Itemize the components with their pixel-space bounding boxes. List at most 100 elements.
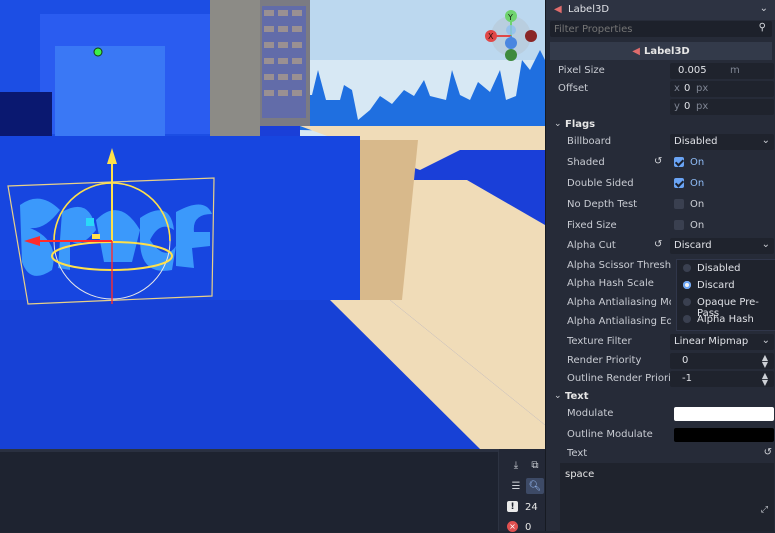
filter-properties-input[interactable] bbox=[554, 22, 744, 36]
alpha-cut-option-opaque-prepass[interactable]: Opaque Pre-Pass bbox=[681, 295, 775, 319]
render-priority-row: Render Priority 0 ▲ ▼ bbox=[546, 352, 775, 370]
text-editor[interactable]: space ⤢ bbox=[560, 463, 774, 531]
alpha-cut-option-discard[interactable]: Discard bbox=[681, 278, 775, 294]
offset-x-unit: px bbox=[696, 83, 709, 94]
offset-row-x: Offset x 0 px bbox=[546, 80, 775, 98]
outline-modulate-color-swatch[interactable] bbox=[674, 428, 774, 442]
outline-render-priority-field[interactable]: -1 ▲ ▼ bbox=[670, 371, 774, 387]
option-label: Discard bbox=[697, 280, 735, 291]
fixed-size-label: Fixed Size bbox=[567, 220, 617, 231]
option-label: Alpha Hash bbox=[697, 314, 754, 325]
offset-y-axis: y bbox=[674, 101, 680, 112]
alpha-hash-label: Alpha Hash Scale bbox=[567, 278, 654, 289]
spin-arrows-icon[interactable]: ▲ ▼ bbox=[762, 372, 768, 387]
radio-selected-icon bbox=[683, 281, 691, 289]
text-row: Text ↺ bbox=[546, 445, 775, 463]
offset-x-axis: x bbox=[674, 83, 680, 94]
offset-y-value: 0 bbox=[684, 101, 691, 112]
alpha-cut-row: Alpha Cut ↺ Discard ⌄ bbox=[546, 237, 775, 255]
shaded-row: Shaded ↺ On bbox=[546, 154, 775, 172]
copy-icon[interactable]: ⧉ bbox=[526, 457, 544, 473]
3d-viewport[interactable]: Y X bbox=[0, 0, 545, 449]
offset-x-field[interactable]: x 0 px bbox=[670, 81, 774, 97]
inspector-panel: ◀ Label3D ⌄ ⚲ ◀ Label3D Pixel Size 0.005… bbox=[545, 0, 775, 531]
offset-y-field[interactable]: y 0 px bbox=[670, 99, 774, 115]
double-sided-value: On bbox=[690, 178, 705, 189]
no-depth-test-checkbox[interactable] bbox=[674, 199, 684, 209]
warnings-count: 24 bbox=[525, 502, 538, 513]
reset-icon[interactable]: ↺ bbox=[764, 447, 772, 458]
billboard-label: Billboard bbox=[567, 136, 612, 147]
error-icon[interactable]: × bbox=[507, 521, 518, 532]
expand-icon[interactable]: ⤢ bbox=[761, 505, 768, 515]
search-icon[interactable]: ⚲ bbox=[759, 22, 766, 33]
no-depth-test-row: No Depth Test On bbox=[546, 196, 775, 214]
pixel-size-unit: m bbox=[730, 65, 740, 76]
spin-arrows-icon[interactable]: ▲ ▼ bbox=[762, 354, 768, 369]
modulate-row: Modulate bbox=[546, 405, 775, 423]
shaded-label: Shaded bbox=[567, 157, 605, 168]
alpha-cut-dropdown[interactable]: Discard ⌄ bbox=[670, 238, 774, 254]
filter-properties: ⚲ bbox=[550, 21, 772, 37]
shaded-checkbox[interactable] bbox=[674, 157, 684, 167]
billboard-row: Billboard Disabled ⌄ bbox=[546, 133, 775, 151]
bottom-panel bbox=[0, 449, 498, 532]
offset-x-value: 0 bbox=[684, 83, 691, 94]
alpha-cut-popup: Disabled Discard Opaque Pre-Pass Alpha H… bbox=[676, 259, 775, 331]
flags-title: Flags bbox=[565, 119, 596, 130]
offset-row-y: y 0 px bbox=[546, 98, 775, 116]
node-selector[interactable]: ◀ Label3D ⌄ bbox=[546, 0, 775, 20]
texture-filter-label: Texture Filter bbox=[567, 336, 632, 347]
fixed-size-checkbox[interactable] bbox=[674, 220, 684, 230]
modulate-color-swatch[interactable] bbox=[674, 407, 774, 421]
filter-lines-icon[interactable]: ☰ bbox=[507, 478, 525, 494]
search-icon[interactable]: 🔍︎ bbox=[526, 478, 544, 494]
billboard-value: Disabled bbox=[674, 136, 718, 147]
render-priority-value: 0 bbox=[682, 355, 689, 366]
chevron-down-icon: ⌄ bbox=[761, 135, 770, 146]
svg-text:X: X bbox=[488, 32, 494, 41]
double-sided-row: Double Sided On bbox=[546, 175, 775, 193]
flags-section-header[interactable]: ⌄ Flags bbox=[546, 116, 775, 134]
pixel-size-field[interactable]: 0.005 m bbox=[670, 63, 774, 79]
modulate-label: Modulate bbox=[567, 408, 614, 419]
pixel-size-row: Pixel Size 0.005 m bbox=[546, 62, 775, 80]
offset-label: Offset bbox=[558, 83, 589, 94]
text-label: Text bbox=[567, 448, 588, 459]
double-sided-label: Double Sided bbox=[567, 178, 634, 189]
alpha-cut-option-disabled[interactable]: Disabled bbox=[681, 261, 775, 277]
outline-render-priority-row: Outline Render Priorit -1 ▲ ▼ bbox=[546, 370, 775, 388]
outline-modulate-row: Outline Modulate bbox=[546, 426, 775, 444]
shaded-value: On bbox=[690, 157, 705, 168]
texture-filter-dropdown[interactable]: Linear Mipmap ⌄ bbox=[670, 334, 774, 350]
radio-icon bbox=[683, 298, 691, 306]
reset-icon[interactable]: ↺ bbox=[654, 239, 662, 250]
offset-y-unit: px bbox=[696, 101, 709, 112]
class-header: ◀ Label3D bbox=[550, 42, 772, 60]
warning-icon[interactable]: ! bbox=[507, 501, 518, 512]
alpha-cut-option-alpha-hash[interactable]: Alpha Hash bbox=[681, 312, 775, 328]
alpha-aa-mode-label: Alpha Antialiasing Mo bbox=[567, 297, 671, 308]
node-name: Label3D bbox=[568, 4, 610, 15]
outline-render-priority-value: -1 bbox=[682, 373, 692, 384]
pixel-size-label: Pixel Size bbox=[558, 65, 605, 76]
text-value: space bbox=[565, 469, 595, 480]
outline-modulate-label: Outline Modulate bbox=[567, 429, 653, 440]
chevron-down-icon: ⌄ bbox=[554, 391, 562, 401]
text-section-title: Text bbox=[565, 391, 589, 402]
alpha-cut-label: Alpha Cut bbox=[567, 240, 616, 251]
no-depth-test-label: No Depth Test bbox=[567, 199, 638, 210]
render-priority-field[interactable]: 0 ▲ ▼ bbox=[670, 353, 774, 369]
reset-icon[interactable]: ↺ bbox=[654, 156, 662, 167]
outline-render-priority-label: Outline Render Priorit bbox=[567, 373, 671, 384]
pin-icon[interactable]: ⤓ bbox=[507, 457, 525, 473]
node-icon: ◀ bbox=[554, 4, 562, 15]
double-sided-checkbox[interactable] bbox=[674, 178, 684, 188]
billboard-dropdown[interactable]: Disabled ⌄ bbox=[670, 134, 774, 150]
text-section-header[interactable]: ⌄ Text bbox=[546, 388, 775, 406]
output-toolbar: ⤓ ⧉ ☰ 🔍︎ ! 24 × 0 bbox=[498, 449, 546, 533]
svg-text:Y: Y bbox=[507, 13, 513, 22]
node-icon: ◀ bbox=[632, 45, 640, 57]
radio-icon bbox=[683, 264, 691, 272]
viewport-scene: Y X bbox=[0, 0, 545, 449]
